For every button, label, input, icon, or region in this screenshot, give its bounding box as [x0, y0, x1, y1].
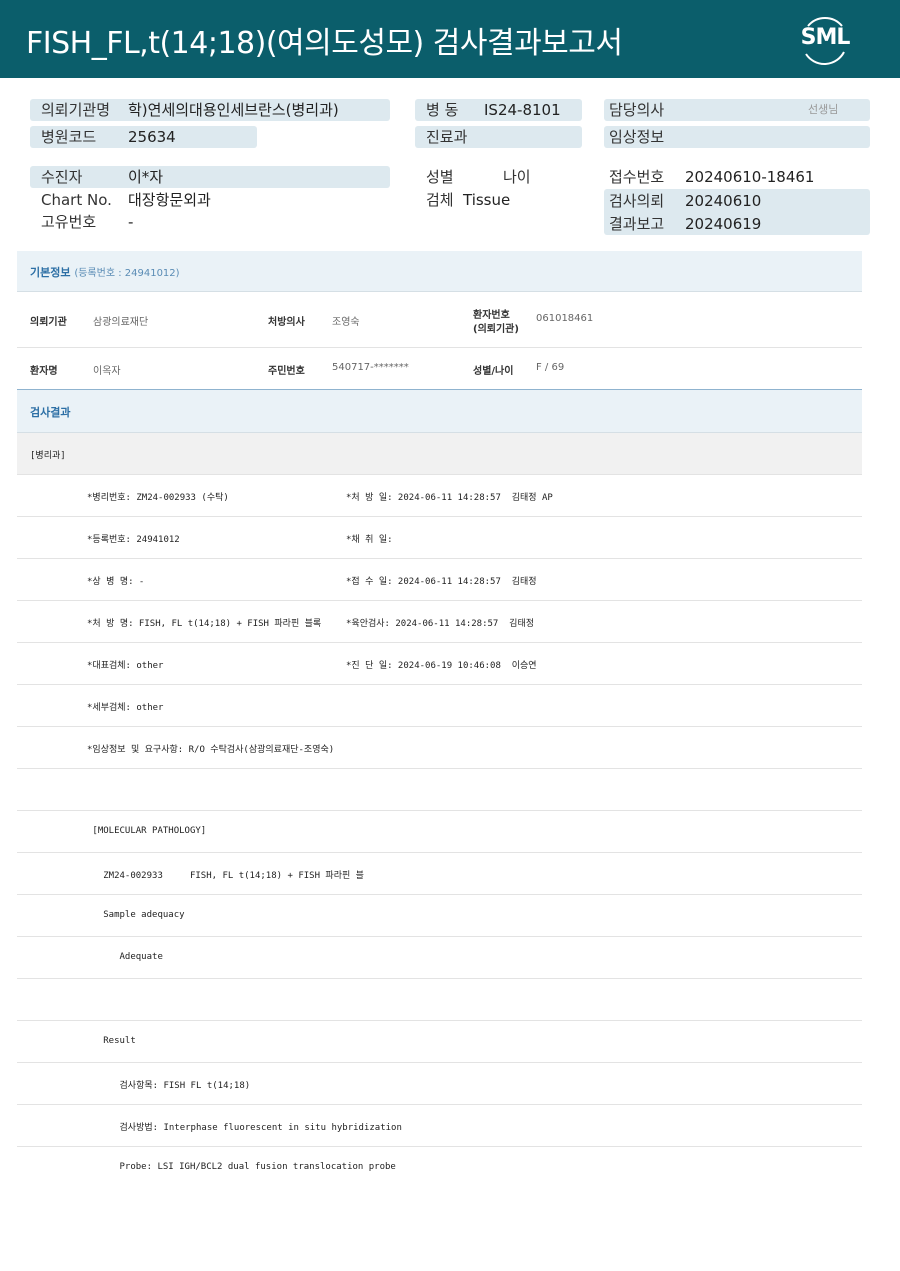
result-line-left: *등록번호: 24941012 — [87, 535, 180, 545]
hospital-code-label: 병원코드 — [41, 128, 97, 146]
info-value: F / 69 — [536, 362, 565, 373]
result-line-row: [MOLECULAR PATHOLOGY] — [17, 811, 862, 853]
receipt-label: 접수번호 — [609, 168, 665, 186]
result-line-row: *처 방 명: FISH, FL t(14;18) + FISH 파라핀 블록 *… — [17, 601, 862, 643]
chart-value: 대장항문외과 — [128, 191, 211, 209]
result-line-right: *처 방 일: 2024-06-11 14:28:57 김태정 AP — [346, 493, 553, 503]
basic-info-title: 기본정보 (등록번호 : 24941012) — [30, 264, 180, 280]
result-line-row: Result — [17, 1021, 862, 1063]
result-line-left: [MOLECULAR PATHOLOGY] — [87, 826, 207, 836]
result-line-left: *대표검체: other — [87, 661, 164, 671]
result-line-left: Adequate — [87, 952, 163, 962]
report-value: 20240619 — [685, 215, 762, 233]
age-label: 나이 — [503, 168, 531, 186]
dept-header: [병리과] — [30, 451, 66, 461]
report-label: 결과보고 — [609, 215, 665, 233]
result-line-row: 검사항목: FISH FL t(14;18) — [17, 1063, 862, 1105]
doctor-suffix: 선생님 — [808, 103, 839, 116]
result-line-row: *대표검체: other *진 단 일: 2024-06-19 10:46:08 … — [17, 643, 862, 685]
unique-label: 고유번호 — [41, 213, 97, 231]
info-key: 처방의사 — [268, 317, 305, 328]
info-value: 조영숙 — [332, 317, 360, 328]
basic-info-header: 기본정보 (등록번호 : 24941012) — [17, 251, 862, 292]
specimen-value: Tissue — [463, 191, 511, 209]
result-line-left: *임상정보 및 요구사항: R/O 수탁검사(삼광의료재단-조영숙) — [87, 745, 335, 755]
result-line-row: *등록번호: 24941012 *채 취 일: — [17, 517, 862, 559]
logo-text: SML — [800, 25, 851, 50]
result-line-left: *병리번호: ZM24-002933 (수탁) — [87, 493, 229, 503]
result-line-left: 검사항목: FISH FL t(14;18) — [87, 1081, 251, 1091]
info-value: 540717-******* — [332, 362, 409, 373]
specimen-label: 검체 — [426, 191, 454, 209]
request-label: 검사의뢰 — [609, 192, 665, 210]
doctor-label: 담당의사 — [609, 101, 665, 119]
info-key: 환자명 — [30, 366, 58, 377]
info-key: 주민번호 — [268, 366, 305, 377]
result-line-right: *육안검사: 2024-06-11 14:28:57 김태정 — [346, 619, 535, 629]
result-line-left: *처 방 명: FISH, FL t(14;18) + FISH 파라핀 블록 — [87, 619, 322, 629]
info-key-sub: (의뢰기관) — [473, 324, 519, 335]
result-line-row: *세부검체: other — [17, 685, 862, 727]
result-line-row: *상 병 명: - *접 수 일: 2024-06-11 14:28:57 김태정 — [17, 559, 862, 601]
info-value: 삼광의료재단 — [93, 317, 149, 328]
basic-info-row: 환자명 이옥자 주민번호 540717-******* 성별/나이 F / 69 — [17, 348, 862, 389]
result-line-row: ZM24-002933 FISH, FL t(14;18) + FISH 파라핀… — [17, 853, 862, 895]
result-line-left: *세부검체: other — [87, 703, 164, 713]
sex-label: 성별 — [426, 168, 454, 186]
basic-info-title-text: 기본정보 — [30, 266, 71, 279]
sml-logo: SML — [796, 12, 854, 66]
unique-value: - — [128, 213, 134, 231]
result-line-left: 검사방법: Interphase fluorescent in situ hyb… — [87, 1123, 402, 1133]
info-value: 061018461 — [536, 313, 594, 324]
dept-label: 진료과 — [426, 128, 468, 146]
patient-label: 수진자 — [41, 168, 83, 186]
results-header: 검사결과 — [17, 390, 862, 433]
result-line-row: *임상정보 및 요구사항: R/O 수탁검사(삼광의료재단-조영숙) — [17, 727, 862, 769]
result-line-row: Probe: LSI IGH/BCL2 dual fusion transloc… — [17, 1147, 862, 1189]
ward-label: 병 동 — [426, 101, 459, 119]
result-line-row: Sample adequacy — [17, 895, 862, 937]
patient-chip — [30, 166, 390, 188]
result-line-row — [17, 769, 862, 811]
result-line-row — [17, 979, 862, 1021]
result-line-left: *상 병 명: - — [87, 577, 145, 587]
result-line-row: 검사방법: Interphase fluorescent in situ hyb… — [17, 1105, 862, 1147]
request-value: 20240610 — [685, 192, 762, 210]
result-line-right: *채 취 일: — [346, 535, 393, 545]
result-line-left: Sample adequacy — [87, 910, 185, 920]
clinical-label: 임상정보 — [609, 128, 665, 146]
info-key: 성별/나이 — [473, 366, 514, 377]
result-line-right: *진 단 일: 2024-06-19 10:46:08 이승연 — [346, 661, 537, 671]
result-line-right: *접 수 일: 2024-06-11 14:28:57 김태정 — [346, 577, 537, 587]
report-title: FISH_FL,t(14;18)(여의도성모) 검사결과보고서 — [26, 26, 623, 61]
basic-info-row: 의뢰기관 삼광의료재단 처방의사 조영숙 환자번호 (의뢰기관) 0610184… — [17, 292, 862, 348]
institution-label: 의뢰기관명 — [41, 101, 111, 119]
info-value: 이옥자 — [93, 366, 121, 377]
chart-label: Chart No. — [41, 191, 112, 209]
report-header-banner: FISH_FL,t(14;18)(여의도성모) 검사결과보고서 SML — [0, 0, 900, 78]
ward-value: IS24-8101 — [484, 101, 561, 119]
results-title: 검사결과 — [30, 406, 71, 419]
receipt-value: 20240610-18461 — [685, 168, 815, 186]
registration-note: (등록번호 : 24941012) — [74, 268, 180, 279]
result-line-left: Result — [87, 1036, 136, 1046]
result-line-row: Adequate — [17, 937, 862, 979]
info-key: 의뢰기관 — [30, 317, 67, 328]
result-line-left: Probe: LSI IGH/BCL2 dual fusion transloc… — [87, 1162, 396, 1172]
info-key: 환자번호 — [473, 310, 510, 321]
institution-value: 학)연세의대용인세브란스(병리과) — [128, 101, 339, 119]
dept-header-row: [병리과] — [17, 433, 862, 475]
patient-value: 이*자 — [128, 168, 164, 186]
hospital-code-value: 25634 — [128, 128, 176, 146]
result-line-row: *병리번호: ZM24-002933 (수탁) *처 방 일: 2024-06-1… — [17, 475, 862, 517]
result-line-left: ZM24-002933 FISH, FL t(14;18) + FISH 파라핀… — [87, 871, 364, 881]
